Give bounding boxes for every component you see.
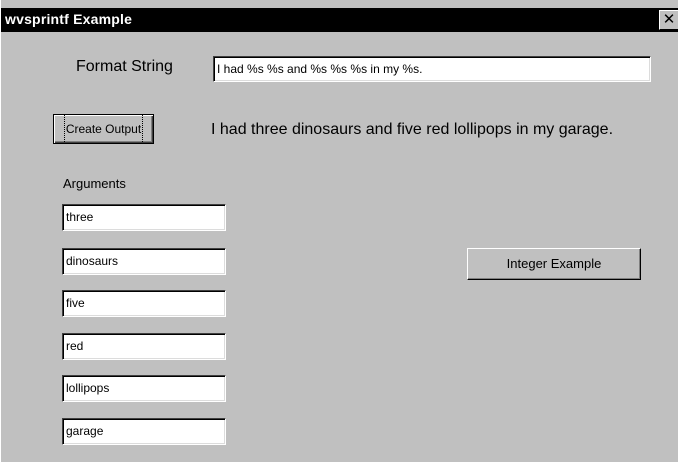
title-bar[interactable]: wvsprintf Example ✕ xyxy=(1,8,678,32)
integer-example-label: Integer Example xyxy=(506,256,602,271)
format-string-input[interactable]: I had %s %s and %s %s %s in my %s. xyxy=(213,56,651,82)
argument-field-2[interactable]: dinosaurs xyxy=(62,248,226,275)
format-string-label: Format String xyxy=(76,58,173,75)
output-text: I had three dinosaurs and five red lolli… xyxy=(211,121,614,138)
argument-field-6[interactable]: garage xyxy=(62,418,226,445)
argument-field-4[interactable]: red xyxy=(62,333,226,360)
create-output-button[interactable]: Create Output xyxy=(53,114,154,144)
arguments-label: Arguments xyxy=(63,176,126,191)
integer-example-button[interactable]: Integer Example xyxy=(467,248,641,280)
app-window: wvsprintf Example ✕ Format String I had … xyxy=(0,0,678,462)
create-output-label: Create Output xyxy=(63,114,144,144)
argument-field-1[interactable]: three xyxy=(62,204,226,231)
argument-field-3[interactable]: five xyxy=(62,290,226,317)
close-icon: ✕ xyxy=(662,11,676,28)
close-button[interactable]: ✕ xyxy=(659,10,678,30)
argument-field-5[interactable]: lollipops xyxy=(62,375,226,402)
window-title: wvsprintf Example xyxy=(5,11,133,27)
